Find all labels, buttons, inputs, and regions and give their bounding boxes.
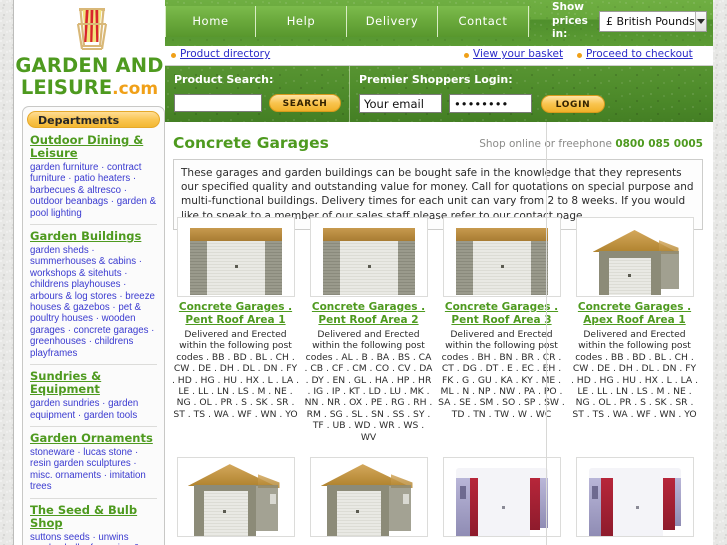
bullet-icon: [464, 53, 469, 58]
product-title-link[interactable]: Concrete Garages . Pent Roof Area 2: [303, 301, 434, 326]
product-search-label: Product Search:: [174, 73, 274, 86]
search-login-strip: Product Search: SEARCH Premier Shoppers …: [165, 66, 713, 122]
freephone-number: 0800 085 0005: [615, 138, 703, 150]
department-group: Garden Buildings garden sheds · summerho…: [30, 230, 157, 359]
department-group: Sundries & Equipment garden sundries · g…: [30, 370, 157, 421]
apex-roof-concrete-garage-angle-image[interactable]: [176, 457, 295, 538]
department-group: Outdoor Dining & Leisure garden furnitur…: [30, 134, 157, 219]
logo-line-2: LEISURE.com: [14, 76, 165, 99]
product-description: Delivered and Erected within the followi…: [304, 329, 433, 443]
logo-dotcom-text: .com: [112, 79, 159, 99]
deckchair-icon: [76, 8, 108, 50]
strip-divider: [349, 66, 350, 122]
nav-items: Home Help Delivery Contact: [165, 6, 529, 37]
search-button[interactable]: SEARCH: [269, 94, 341, 112]
login-button[interactable]: LOGIN: [541, 95, 605, 113]
product-grid: Concrete Garages . Pent Roof Area 1 Deli…: [169, 217, 709, 541]
divider: [30, 364, 157, 366]
content-area: Concrete Garages Shop online or freephon…: [165, 122, 713, 545]
sidebar-item-garden-ornaments[interactable]: Garden Ornaments: [30, 431, 157, 445]
sidebar-item-seed-bulb-shop[interactable]: The Seed & Bulb Shop: [30, 503, 157, 530]
product-card[interactable]: Concrete Garages . Pent Roof Area 1 Deli…: [169, 217, 302, 443]
page-title: Concrete Garages: [173, 134, 329, 152]
utility-link-bar: Product directory View your basket Proce…: [165, 46, 713, 66]
red-white-steel-garage-angle-image[interactable]: [442, 457, 561, 538]
row-spacer: [169, 443, 709, 457]
divider: [30, 425, 157, 427]
pent-roof-concrete-garage-front-image[interactable]: [442, 217, 561, 297]
search-input[interactable]: [174, 94, 262, 112]
sidebar-sublinks-garden-buildings[interactable]: garden sheds · summerhouses & cabins · w…: [30, 245, 157, 359]
nav-item-help[interactable]: Help: [256, 6, 347, 37]
sidebar-sublinks-outdoor-dining[interactable]: garden furniture · contract furniture · …: [30, 162, 157, 219]
left-page-margin: [0, 0, 14, 545]
sidebar-item-sundries-equipment[interactable]: Sundries & Equipment: [30, 370, 157, 396]
page-root: GARDEN AND LEISURE.com Departments Outdo…: [0, 0, 727, 545]
product-title-link[interactable]: Concrete Garages . Pent Roof Area 3: [436, 301, 567, 326]
departments-header: Departments: [27, 111, 160, 128]
bullet-icon: [171, 53, 176, 58]
product-card[interactable]: Concrete Garages . Pent Roof Area 2 Deli…: [302, 217, 435, 443]
apex-roof-concrete-garage-angle-image[interactable]: [575, 217, 694, 297]
currency-selected-value: £ British Pounds: [606, 15, 695, 28]
product-card[interactable]: [435, 457, 568, 541]
left-column: GARDEN AND LEISURE.com Departments Outdo…: [14, 0, 165, 545]
product-title-link[interactable]: Concrete Garages . Pent Roof Area 1: [170, 301, 301, 326]
sidebar-sublinks-sundries[interactable]: garden sundries · garden equipment · gar…: [30, 398, 157, 421]
department-group: The Seed & Bulb Shop suttons seeds · unw…: [30, 503, 157, 545]
link-proceed-to-checkout[interactable]: Proceed to checkout: [586, 48, 693, 60]
nav-item-contact[interactable]: Contact: [438, 6, 529, 37]
main-column: Home Help Delivery Contact Show prices i…: [165, 0, 713, 545]
freephone-prefix: Shop online or freephone: [479, 138, 616, 150]
nav-item-home[interactable]: Home: [165, 6, 256, 37]
logo-line-1: GARDEN AND: [15, 54, 164, 77]
product-card[interactable]: [169, 457, 302, 541]
chevron-down-icon[interactable]: [694, 12, 706, 31]
product-row: [169, 457, 709, 541]
logo-leisure-text: LEISURE: [20, 76, 113, 99]
product-title-link[interactable]: Concrete Garages . Apex Roof Area 1: [569, 301, 700, 326]
product-description: Delivered and Erected within the followi…: [438, 329, 565, 420]
top-navigation-bar: Home Help Delivery Contact Show prices i…: [165, 0, 713, 46]
link-view-basket[interactable]: View your basket: [473, 48, 563, 60]
currency-select[interactable]: £ British Pounds: [599, 11, 707, 32]
product-card[interactable]: [302, 457, 435, 541]
premier-login-label: Premier Shoppers Login:: [359, 73, 513, 86]
show-prices-label: Show prices in:: [552, 1, 588, 40]
sidebar-sublinks-seed-bulb[interactable]: suttons seeds · unwins seeds · bulbs for…: [30, 532, 157, 545]
content-right-rule: [546, 122, 547, 545]
pent-roof-concrete-garage-front-image[interactable]: [309, 217, 428, 297]
product-card[interactable]: Concrete Garages . Pent Roof Area 3 Deli…: [435, 217, 568, 443]
red-white-steel-garage-angle-image[interactable]: [575, 457, 694, 538]
bullet-icon: [577, 53, 582, 58]
divider: [30, 497, 157, 499]
departments-list: Outdoor Dining & Leisure garden furnitur…: [23, 128, 164, 545]
email-field[interactable]: [359, 94, 442, 113]
product-card[interactable]: [568, 457, 701, 541]
sidebar-item-outdoor-dining-leisure[interactable]: Outdoor Dining & Leisure: [30, 134, 157, 160]
product-description: Delivered and Erected within the followi…: [171, 329, 300, 420]
department-group: Garden Ornaments stoneware · lucas stone…: [30, 431, 157, 493]
divider: [30, 224, 157, 226]
departments-panel: Departments Outdoor Dining & Leisure gar…: [22, 106, 165, 545]
right-page-margin: [713, 0, 727, 545]
site-logo[interactable]: GARDEN AND LEISURE.com: [14, 0, 165, 105]
nav-item-delivery[interactable]: Delivery: [347, 6, 438, 37]
apex-roof-concrete-garage-angle-image[interactable]: [309, 457, 428, 538]
product-row: Concrete Garages . Pent Roof Area 1 Deli…: [169, 217, 709, 443]
pent-roof-concrete-garage-front-image[interactable]: [176, 217, 295, 297]
sidebar-item-garden-buildings[interactable]: Garden Buildings: [30, 230, 157, 243]
product-card[interactable]: Concrete Garages . Apex Roof Area 1 Deli…: [568, 217, 701, 443]
freephone-text: Shop online or freephone 0800 085 0005: [479, 138, 703, 150]
sidebar-sublinks-ornaments[interactable]: stoneware · lucas stone · resin garden s…: [30, 447, 157, 493]
product-description: Delivered and Erected within the followi…: [570, 329, 699, 420]
password-field[interactable]: [449, 94, 532, 113]
link-product-directory[interactable]: Product directory: [180, 48, 270, 60]
